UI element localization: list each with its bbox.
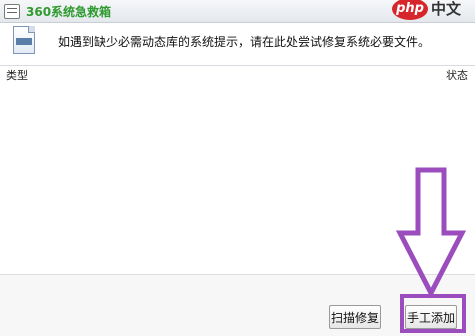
- column-header-type[interactable]: 类型: [6, 67, 28, 83]
- file-table: 类型 状态: [0, 66, 475, 274]
- window-title: 360系统急救箱: [26, 5, 112, 19]
- table-header: 类型 状态: [0, 66, 475, 83]
- app-window-icon: [4, 4, 20, 19]
- watermark-logo: php: [392, 0, 428, 20]
- title-bar: 360系统急救箱 php 中文网: [0, 0, 475, 39]
- footer-bar: 扫描修复 手工添加: [0, 274, 475, 336]
- document-icon: [13, 26, 35, 54]
- manual-add-button[interactable]: 手工添加: [405, 305, 457, 329]
- column-header-status[interactable]: 状态: [446, 67, 468, 83]
- info-message: 如遇到缺少必需动态库的系统提示，请在此处尝试修复系统必要文件。: [58, 35, 431, 49]
- info-panel: 如遇到缺少必需动态库的系统提示，请在此处尝试修复系统必要文件。: [0, 23, 475, 66]
- scan-repair-button[interactable]: 扫描修复: [329, 305, 381, 329]
- table-body[interactable]: [0, 83, 475, 274]
